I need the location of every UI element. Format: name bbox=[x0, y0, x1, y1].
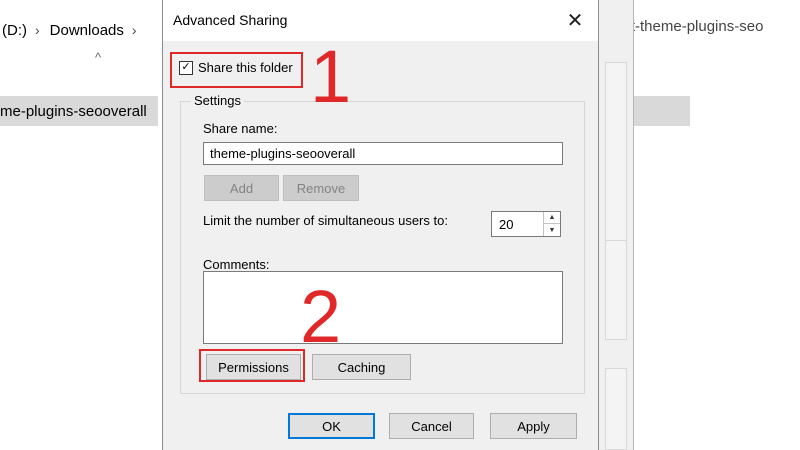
annotation-number-2: 2 bbox=[300, 275, 342, 358]
close-button[interactable]: ✕ bbox=[552, 0, 598, 41]
chevron-right-icon: › bbox=[131, 22, 137, 38]
sort-arrow-icon[interactable]: ^ bbox=[95, 50, 101, 65]
annotation-box-permissions bbox=[199, 349, 305, 382]
breadcrumb-downloads[interactable]: Downloads bbox=[50, 22, 124, 39]
comments-label: Comments: bbox=[203, 257, 270, 272]
cancel-button[interactable]: Cancel bbox=[389, 413, 474, 439]
chevron-right-icon: › bbox=[35, 22, 40, 38]
spin-up-icon[interactable]: ▲ bbox=[544, 212, 560, 224]
add-button[interactable]: Add bbox=[204, 175, 279, 201]
file-name: me-plugins-seooverall bbox=[0, 102, 147, 120]
spin-buttons: ▲ ▼ bbox=[543, 212, 560, 236]
user-limit-value[interactable]: 20 bbox=[499, 217, 513, 232]
remove-button[interactable]: Remove bbox=[283, 175, 359, 201]
settings-group-label: Settings bbox=[191, 93, 244, 108]
share-name-input[interactable]: theme-plugins-seooverall bbox=[203, 142, 563, 165]
comments-textarea[interactable] bbox=[203, 271, 563, 344]
annotation-number-1: 1 bbox=[310, 35, 352, 118]
breadcrumb-drive[interactable]: (D:) bbox=[2, 22, 27, 39]
background-panel bbox=[605, 368, 627, 450]
background-panel bbox=[605, 240, 627, 340]
apply-button[interactable]: Apply bbox=[490, 413, 577, 439]
close-icon: ✕ bbox=[566, 10, 584, 32]
spin-down-icon[interactable]: ▼ bbox=[544, 224, 560, 236]
dialog-title: Advanced Sharing bbox=[173, 12, 288, 28]
share-name-label: Share name: bbox=[203, 121, 278, 136]
background-dialog-edge bbox=[598, 0, 634, 450]
annotation-box-share bbox=[170, 52, 303, 88]
user-limit-spinner[interactable]: 20 ▲ ▼ bbox=[491, 211, 561, 237]
background-panel bbox=[605, 62, 627, 252]
file-row-selected[interactable]: me-plugins-seooverall bbox=[0, 96, 158, 126]
breadcrumb: (D:) › Downloads › bbox=[0, 12, 160, 48]
dialog-titlebar[interactable]: Advanced Sharing ✕ bbox=[163, 0, 598, 41]
limit-users-label: Limit the number of simultaneous users t… bbox=[203, 213, 448, 228]
ok-button[interactable]: OK bbox=[288, 413, 375, 439]
